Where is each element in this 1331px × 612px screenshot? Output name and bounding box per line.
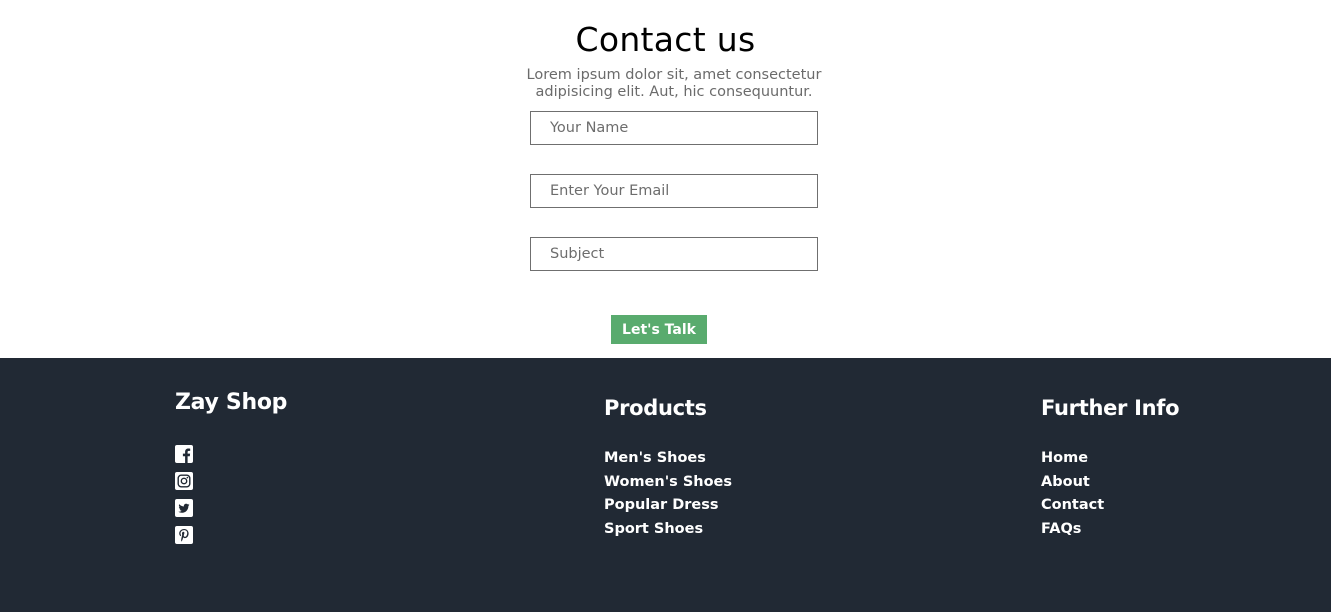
- further-info-list: Home About Contact FAQs: [1041, 449, 1104, 544]
- footer-brand: Zay Shop: [175, 390, 288, 415]
- contact-description: Lorem ipsum dolor sit, amet consectetur …: [526, 67, 822, 100]
- footer-link-sport-shoes[interactable]: Sport Shoes: [604, 520, 732, 544]
- pinterest-icon[interactable]: [175, 526, 193, 544]
- footer-link-about[interactable]: About: [1041, 473, 1104, 497]
- footer-link-popular-dress[interactable]: Popular Dress: [604, 496, 732, 520]
- products-heading: Products: [604, 396, 707, 420]
- footer-link-mens-shoes[interactable]: Men's Shoes: [604, 449, 732, 473]
- contact-title: Contact us: [575, 20, 756, 59]
- footer-link-home[interactable]: Home: [1041, 449, 1104, 473]
- footer-link-womens-shoes[interactable]: Women's Shoes: [604, 473, 732, 497]
- further-info-heading: Further Info: [1041, 396, 1180, 420]
- email-input[interactable]: [530, 174, 818, 208]
- social-links: [175, 445, 195, 553]
- contact-section: Contact us Lorem ipsum dolor sit, amet c…: [0, 0, 1331, 358]
- instagram-icon[interactable]: [175, 472, 193, 490]
- name-input[interactable]: [530, 111, 818, 145]
- footer-link-contact[interactable]: Contact: [1041, 496, 1104, 520]
- subject-input[interactable]: [530, 237, 818, 271]
- products-list: Men's Shoes Women's Shoes Popular Dress …: [604, 449, 732, 544]
- twitter-icon[interactable]: [175, 499, 193, 517]
- lets-talk-button[interactable]: Let's Talk: [611, 315, 707, 344]
- footer-link-faqs[interactable]: FAQs: [1041, 520, 1104, 544]
- facebook-icon[interactable]: [175, 445, 193, 463]
- site-footer: Zay Shop Products Men's Shoes Women's Sh…: [0, 358, 1331, 612]
